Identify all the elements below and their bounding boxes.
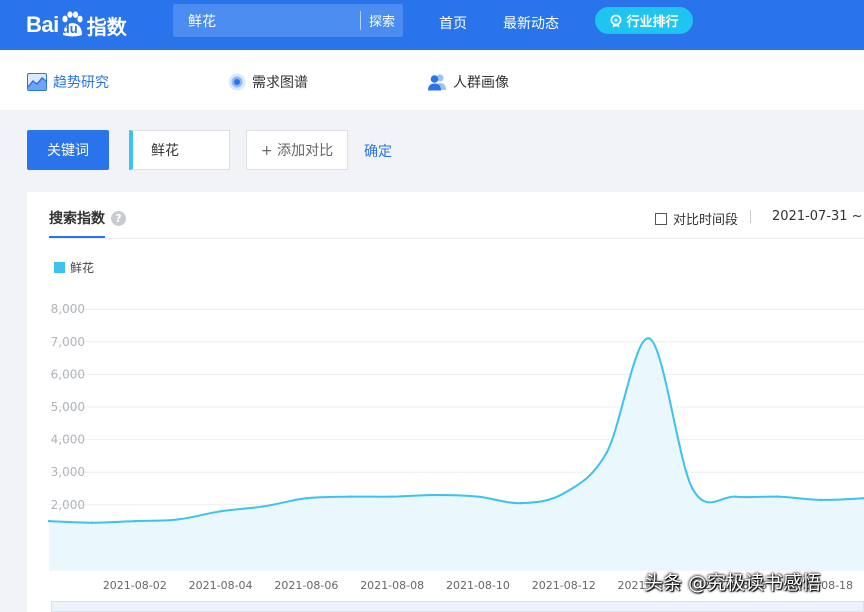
data-point — [777, 495, 780, 498]
ranking-badge-icon — [611, 14, 622, 27]
feature-tabs: 趋势研究 需求图谱 人群画像 — [0, 50, 864, 110]
tab-crowd-portrait[interactable]: 人群画像 — [427, 72, 509, 92]
x-tick-label: 2021-08-02 — [103, 579, 167, 592]
x-tick-label: 2021-08-06 — [274, 579, 338, 592]
logo-du-text: du — [61, 21, 78, 36]
tab-demand-map[interactable]: 需求图谱 — [228, 72, 308, 92]
tab-crowd-portrait-label: 人群画像 — [453, 75, 509, 91]
y-tick-label: 6,000 — [51, 367, 85, 381]
tab-trend-research-label: 趋势研究 — [53, 75, 109, 91]
logo-bai-text: Bai — [26, 12, 59, 37]
data-point — [133, 519, 136, 523]
data-point — [691, 487, 694, 490]
data-point — [47, 519, 51, 523]
data-point — [305, 497, 308, 500]
y-tick-label: 3,000 — [51, 465, 85, 479]
series-line — [48, 337, 864, 524]
x-tick-label: 2021-08-04 — [189, 579, 253, 592]
x-tick-label: 2021-08-12 — [532, 579, 596, 592]
data-point — [476, 495, 480, 498]
keyword-chip[interactable]: 鲜花 — [129, 130, 230, 170]
data-point — [648, 337, 651, 340]
y-tick-label: 7,000 — [51, 335, 85, 349]
logo-zhishu-text: 指数 — [86, 14, 127, 39]
y-tick-label: 4,000 — [51, 433, 85, 447]
y-tick-label: 8,000 — [51, 302, 85, 316]
data-point — [519, 501, 523, 505]
data-point — [390, 495, 394, 498]
keyword-button[interactable]: 关键词 — [27, 130, 109, 170]
target-icon — [228, 73, 246, 91]
industry-ranking-label: 行业排行 — [626, 15, 679, 30]
baidu-index-logo[interactable]: Bai du 指数 — [26, 6, 127, 44]
x-tick-label: 2021-08-10 — [446, 579, 510, 592]
search-button[interactable]: 探索 — [361, 4, 403, 37]
data-point — [819, 498, 823, 502]
nav-latest-news-link[interactable]: 最新动态 — [503, 13, 559, 33]
search-box: 探索 — [173, 4, 403, 37]
data-point — [433, 493, 437, 497]
data-point — [176, 518, 179, 521]
add-compare-button[interactable]: + 添加对比 — [246, 130, 348, 170]
y-tick-label: 2,000 — [51, 498, 85, 512]
data-point — [734, 495, 737, 498]
trend-chart-icon — [27, 73, 47, 91]
watermark-text: 头条 @究极读书感悟 — [644, 572, 822, 594]
data-point — [219, 510, 222, 513]
data-point — [605, 451, 608, 454]
series-area — [49, 338, 864, 570]
baidu-paw-icon: du — [60, 11, 84, 39]
industry-ranking-button[interactable]: 行业排行 — [595, 7, 693, 34]
data-point — [348, 495, 351, 498]
confirm-link[interactable]: 确定 — [364, 141, 392, 161]
tab-trend-research[interactable]: 趋势研究 — [27, 72, 109, 92]
data-point — [90, 521, 94, 524]
search-index-chart: 8,0007,0006,0005,0004,0003,0002,0001,000… — [47, 302, 864, 592]
timeline-slider[interactable] — [51, 601, 864, 612]
data-point — [562, 492, 565, 495]
tab-demand-map-label: 需求图谱 — [252, 75, 308, 91]
data-point — [262, 505, 265, 508]
x-tick-label: 2021-08-08 — [360, 579, 424, 592]
top-bar: Bai du 指数 探索 首页 最新动态 行业排行 — [0, 0, 864, 50]
y-tick-label: 5,000 — [51, 400, 85, 414]
nav-home-link[interactable]: 首页 — [439, 13, 467, 33]
people-icon — [428, 74, 446, 91]
search-input[interactable] — [173, 4, 359, 37]
